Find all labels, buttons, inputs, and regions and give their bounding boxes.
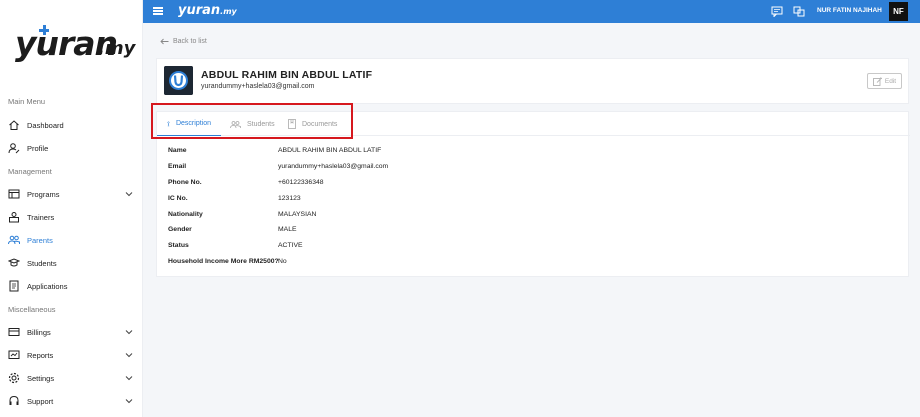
home-icon (9, 120, 19, 130)
sidebar-item-label: Students (27, 258, 57, 268)
sidebar-item-students[interactable]: Students (0, 253, 143, 273)
description-icon (167, 121, 170, 126)
sidebar: yuran .my Main Menu Dashboard Profile Ma… (0, 0, 143, 417)
brand-logo-suffix: .my (98, 38, 136, 59)
sidebar-item-label: Support (27, 396, 54, 406)
sidebar-item-reports[interactable]: Reports (0, 345, 143, 365)
sidebar-item-label: Dashboard (27, 120, 64, 130)
profile-email: yurandummy+haslela03@gmail.com (201, 83, 315, 90)
gear-icon (8, 372, 20, 384)
chevron-down-icon (125, 353, 133, 358)
detail-value: 123123 (278, 195, 301, 202)
detail-value: yurandummy+haslela03@gmail.com (278, 163, 389, 170)
detail-label: Nationality (168, 211, 203, 218)
logo-plus-icon (39, 25, 49, 35)
programs-icon (8, 189, 20, 199)
applications-icon (9, 280, 19, 292)
sidebar-item-label: Programs (27, 189, 60, 199)
back-to-list-link[interactable]: Back to list (160, 38, 207, 45)
chevron-down-icon (125, 192, 133, 197)
documents-icon (288, 119, 296, 129)
sidebar-item-billings[interactable]: Billings (0, 322, 143, 342)
edit-button[interactable]: Edit (867, 73, 902, 89)
students-tab-icon (230, 120, 241, 128)
detail-value: +60122336348 (278, 179, 324, 186)
detail-label: Gender (168, 226, 192, 233)
trainers-icon (9, 212, 19, 223)
section-main-menu: Main Menu (8, 97, 46, 106)
detail-value: MALAYSIAN (278, 211, 317, 218)
profile-name: ABDUL RAHIM BIN ABDUL LATIF (201, 69, 373, 81)
tab-label: Documents (302, 120, 338, 128)
arrow-left-icon (160, 38, 169, 45)
sidebar-item-label: Billings (27, 327, 51, 337)
detail-value: MALE (278, 226, 297, 233)
detail-value: ABDUL RAHIM BIN ABDUL LATIF (278, 147, 382, 154)
billings-icon (8, 328, 20, 336)
sidebar-item-dashboard[interactable]: Dashboard (0, 115, 143, 135)
tab-students[interactable]: Students (230, 112, 285, 136)
chevron-down-icon (125, 399, 133, 404)
yuran-badge-icon (164, 66, 193, 95)
sidebar-item-programs[interactable]: Programs (0, 184, 143, 204)
user-name[interactable]: NUR FATIN NAJIHAH (817, 7, 882, 14)
profile-icon (8, 143, 20, 154)
detail-value: ACTIVE (278, 242, 303, 249)
detail-label: Phone No. (168, 179, 202, 186)
sidebar-item-label: Settings (27, 373, 55, 383)
sidebar-item-label: Applications (27, 281, 68, 291)
sidebar-item-label: Parents (27, 235, 53, 245)
tab-label: Description (175, 120, 211, 127)
brand-logo[interactable]: yuran .my (15, 24, 135, 68)
top-brand-logo[interactable]: yuran.my (178, 3, 237, 18)
top-brand-suffix: .my (220, 7, 237, 16)
reports-icon (8, 350, 20, 359)
sidebar-item-support[interactable]: Support (0, 391, 143, 411)
profile-avatar (164, 66, 193, 95)
detail-label: Status (168, 242, 189, 249)
section-miscellaneous: Miscellaneous (8, 305, 56, 314)
chevron-down-icon (125, 376, 133, 381)
sidebar-item-label: Profile (27, 143, 49, 153)
profile-header-card: ABDUL RAHIM BIN ABDUL LATIF yurandummy+h… (156, 58, 909, 104)
edit-button-label: Edit (884, 77, 897, 85)
avatar[interactable]: NF (889, 2, 908, 21)
top-bar: yuran.my NUR FATIN NAJIHAH NF (143, 0, 920, 23)
edit-icon (872, 76, 882, 86)
detail-value: No (278, 258, 287, 265)
section-management: Management (8, 167, 52, 176)
tab-label: Students (247, 120, 275, 128)
menu-icon[interactable] (153, 7, 163, 15)
chat-icon[interactable] (771, 6, 783, 17)
tab-documents[interactable]: Documents (288, 112, 348, 136)
parents-icon (8, 235, 20, 245)
tab-description[interactable]: Description (157, 112, 221, 136)
sidebar-item-label: Reports (27, 350, 54, 360)
sidebar-item-settings[interactable]: Settings (0, 368, 143, 388)
sidebar-item-applications[interactable]: Applications (0, 276, 143, 296)
top-brand-name: yuran (178, 3, 221, 18)
detail-label: Name (168, 147, 187, 154)
sidebar-item-profile[interactable]: Profile (0, 138, 143, 158)
sidebar-item-trainers[interactable]: Trainers (0, 207, 143, 227)
students-icon (8, 258, 20, 267)
sidebar-item-parents[interactable]: Parents (0, 230, 143, 250)
switch-icon[interactable] (793, 6, 805, 17)
detail-label: Household Income More RM2500? (168, 258, 279, 265)
detail-label: Email (168, 163, 187, 170)
support-icon (9, 395, 19, 405)
tab-bar: Description Students Documents (157, 112, 910, 136)
detail-label: IC No. (168, 195, 188, 202)
sidebar-item-label: Trainers (27, 212, 55, 222)
back-to-list-label: Back to list (173, 38, 207, 45)
chevron-down-icon (125, 330, 133, 335)
details-card: Description Students Documents Name ABDU… (156, 111, 910, 277)
